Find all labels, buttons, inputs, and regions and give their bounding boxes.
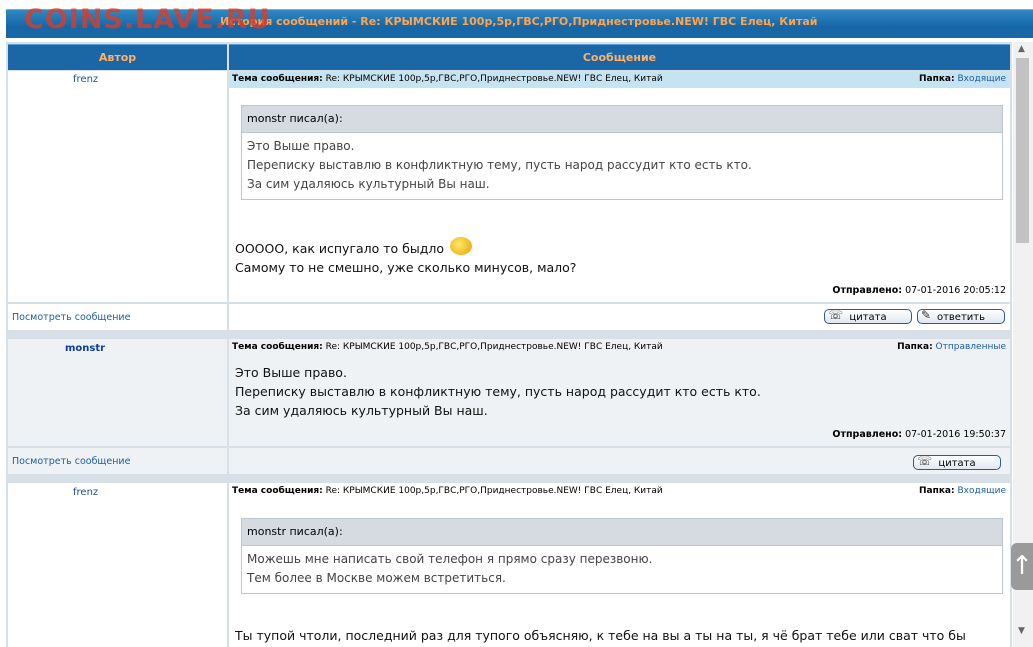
window-title-bar: История сообщений - Re: КРЫМСКИЕ 100р,5р… xyxy=(0,0,1033,42)
sent-label: Отправлено: xyxy=(832,429,903,440)
footer-actions-cell: ☏ цитата xyxy=(229,448,1010,474)
message-cell: Тема сообщения: Re: КРЫМСКИЕ 100р,5р,ГВС… xyxy=(229,71,1010,302)
folder-info: Папка: Входящие xyxy=(916,483,1006,499)
message-body: Ты тупой чтоли, последний раз для тупого… xyxy=(235,626,966,645)
subject-text: Re: КРЫМСКИЕ 100р,5р,ГВС,РГО,Приднестров… xyxy=(325,74,663,84)
quote-header: monstr писал(а): xyxy=(242,106,1002,133)
author-cell: monstr xyxy=(8,339,227,446)
message-cell: Тема сообщения: Re: КРЫМСКИЕ 100р,5р,ГВС… xyxy=(229,339,1010,446)
author-name[interactable]: monstr xyxy=(65,343,105,354)
smiley-icon xyxy=(450,237,473,255)
quote-icon: ☏ xyxy=(828,308,844,322)
footer-actions-cell: ☏ цитата ✎ ответить xyxy=(229,304,1010,330)
subject-text: Re: КРЫМСКИЕ 100р,5р,ГВС,РГО,Приднестров… xyxy=(325,486,663,496)
reply-button[interactable]: ✎ ответить xyxy=(917,308,1005,324)
subject-row: Тема сообщения: Re: КРЫМСКИЕ 100р,5р,ГВС… xyxy=(229,483,1010,500)
subject-text: Re: КРЫМСКИЕ 100р,5р,ГВС,РГО,Приднестров… xyxy=(325,342,663,352)
folder-label: Папка: xyxy=(897,342,933,352)
body-line: Ты тупой чтоли, последний раз для тупого… xyxy=(235,628,966,643)
sent-timestamp: Отправлено: 07-01-2016 20:05:12 xyxy=(832,285,1006,296)
message-body: ООООО, как испугало то быдло Самому то н… xyxy=(235,237,576,277)
scroll-up-arrow-icon[interactable]: ▲ xyxy=(1018,44,1025,54)
folder-link[interactable]: Отправленные xyxy=(936,342,1006,352)
view-message-link[interactable]: Посмотреть сообщение xyxy=(12,456,130,467)
body-line: Самому то не смешно, уже сколько минусов… xyxy=(235,260,577,275)
folder-info: Папка: Входящие xyxy=(916,71,1006,87)
body-line: За сим удаляюсь культурный Вы наш. xyxy=(235,403,488,418)
subject-label: Тема сообщения: xyxy=(232,486,323,496)
quote-line: Это Выше право. xyxy=(247,139,355,153)
subject-label: Тема сообщения: xyxy=(232,342,323,352)
body-line: Переписку выставлю в конфликтную тему, п… xyxy=(235,384,761,399)
subject-row: Тема сообщения: Re: КРЫМСКИЕ 100р,5р,ГВС… xyxy=(229,71,1010,88)
quote-text: Можешь мне написать свой телефон я прямо… xyxy=(242,546,1002,592)
quote-icon: ☏ xyxy=(917,454,933,468)
quote-line: Можешь мне написать свой телефон я прямо… xyxy=(247,552,653,566)
window-title: История сообщений - Re: КРЫМСКИЕ 100р,5р… xyxy=(220,15,818,28)
sent-timestamp: Отправлено: 07-01-2016 19:50:37 xyxy=(832,429,1006,440)
message-history-table: Автор Сообщение frenz Тема сообщения: Re… xyxy=(6,42,1012,647)
quote-line: Тем более в Москве можем встретиться. xyxy=(247,571,506,585)
author-name[interactable]: frenz xyxy=(73,74,98,85)
reply-icon: ✎ xyxy=(921,308,932,322)
quote-button[interactable]: ☏ цитата xyxy=(913,454,1001,470)
message-body: Это Выше право. Переписку выставлю в кон… xyxy=(235,363,761,420)
site-watermark: COINS.LAVE.RU xyxy=(24,4,271,35)
sent-date: 07-01-2016 20:05:12 xyxy=(905,285,1006,296)
folder-link[interactable]: Входящие xyxy=(957,74,1006,84)
quote-header: monstr писал(а): xyxy=(242,519,1002,546)
folder-label: Папка: xyxy=(919,486,955,496)
subject-label: Тема сообщения: xyxy=(232,74,323,84)
folder-label: Папка: xyxy=(919,74,955,84)
quote-block: monstr писал(а): Это Выше право. Перепис… xyxy=(241,105,1003,200)
quote-text: Это Выше право. Переписку выставлю в кон… xyxy=(242,133,1002,198)
quote-line: Переписку выставлю в конфликтную тему, п… xyxy=(247,158,752,172)
body-line: Это Выше право. xyxy=(235,365,347,380)
scroll-to-top-icon[interactable]: ↑ xyxy=(1011,543,1033,590)
footer-author-cell: Посмотреть сообщение xyxy=(8,304,227,330)
message-cell: Тема сообщения: Re: КРЫМСКИЕ 100р,5р,ГВС… xyxy=(229,483,1010,647)
subject-row: Тема сообщения: Re: КРЫМСКИЕ 100р,5р,ГВС… xyxy=(229,339,1010,356)
sent-label: Отправлено: xyxy=(832,285,903,296)
author-cell: frenz xyxy=(8,483,227,647)
author-cell: frenz xyxy=(8,71,227,302)
quote-block: monstr писал(а): Можешь мне написать сво… xyxy=(241,518,1003,594)
scrollbar-thumb[interactable] xyxy=(1016,58,1029,243)
view-message-link[interactable]: Посмотреть сообщение xyxy=(12,312,130,323)
body-line: ООООО, как испугало то быдло xyxy=(235,241,445,256)
footer-author-cell: Посмотреть сообщение xyxy=(8,448,227,474)
quote-button[interactable]: ☏ цитата xyxy=(824,308,912,324)
sent-date: 07-01-2016 19:50:37 xyxy=(905,429,1006,440)
column-header-message: Сообщение xyxy=(229,44,1010,70)
folder-info: Папка: Отправленные xyxy=(894,339,1006,355)
scroll-down-arrow-icon[interactable]: ▼ xyxy=(1018,626,1025,636)
column-header-author: Автор xyxy=(8,44,227,70)
folder-link[interactable]: Входящие xyxy=(957,486,1006,496)
author-name[interactable]: frenz xyxy=(73,487,98,498)
quote-line: За сим удаляюсь культурный Вы наш. xyxy=(247,177,490,191)
